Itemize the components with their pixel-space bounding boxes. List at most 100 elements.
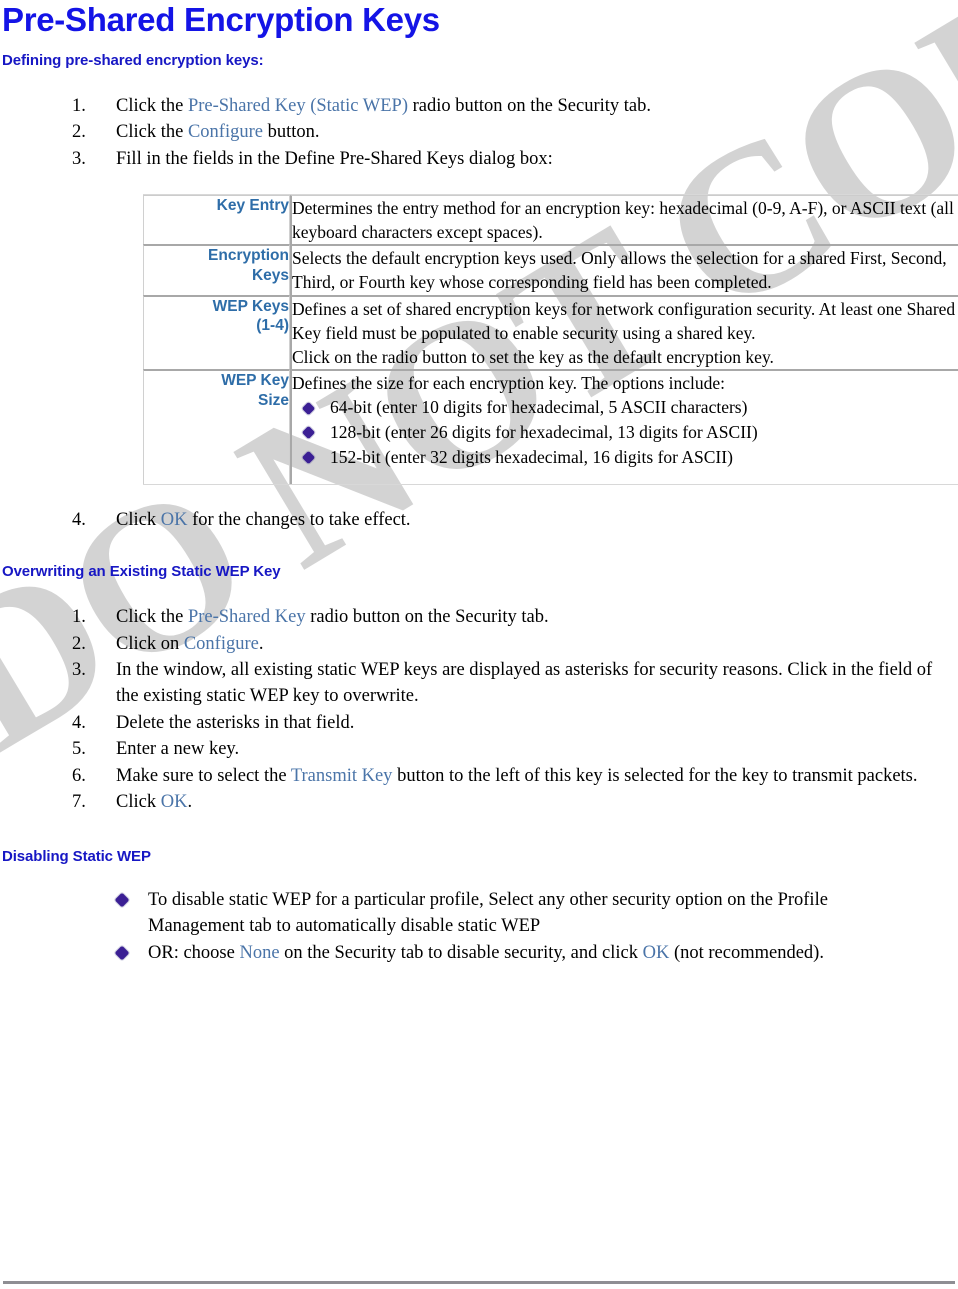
section-heading-disabling: Disabling Static WEP <box>2 847 151 865</box>
diamond-bullet-icon <box>301 401 316 415</box>
table-label-line: (1-4) <box>256 317 289 335</box>
table-label-line: Key Entry <box>216 197 289 214</box>
list-item: 152-bit (enter 32 digits hexadecimal, 16… <box>292 445 958 470</box>
description-paragraph: Defines a set of shared encryption keys … <box>292 298 956 343</box>
diamond-bullet-icon <box>301 426 316 440</box>
inline-text: Click the <box>116 607 188 628</box>
inline-text: (not recommended). <box>669 942 824 963</box>
diamond-bullet-icon <box>114 945 130 961</box>
inline-link[interactable]: Pre-Shared Key (Static WEP) <box>188 96 408 116</box>
inline-text: Delete the asterisks in that field. <box>116 712 355 733</box>
inline-text: To disable static WEP for a particular p… <box>148 889 828 937</box>
inline-link[interactable]: Configure <box>188 122 263 142</box>
list-item: 1. Click the Pre-Shared Key (Static WEP) … <box>0 93 958 119</box>
inline-text: . <box>187 792 193 813</box>
inline-link[interactable]: Configure <box>184 634 259 654</box>
inline-text: Enter a new key. <box>116 739 240 760</box>
list-item: 6. Make sure to select the Transmit Key b… <box>0 763 958 789</box>
list-item: 1. Click the Pre-Shared Key radio button … <box>0 604 958 630</box>
inline-text: on the Security tab to disable security,… <box>279 942 643 963</box>
list-item: 7. Click OK. <box>0 789 958 815</box>
list-item-number: 5. <box>72 739 86 760</box>
table-label-line: Keys <box>251 267 289 285</box>
list-item-text: 64-bit (enter 10 digits for hexadecimal,… <box>330 397 748 418</box>
list-item: 3. Fill in the fields in the Define Pre-S… <box>0 146 958 172</box>
inline-link[interactable]: OK <box>161 792 188 812</box>
list-item-text: Click OK for the changes to take effect. <box>116 510 411 530</box>
list-item: 64-bit (enter 10 digits for hexadecimal,… <box>292 395 958 420</box>
inline-text: . <box>258 633 264 654</box>
inline-link[interactable]: OK <box>161 510 188 530</box>
description-paragraph: Defines the size for each encryption key… <box>292 372 725 393</box>
table-label-line: WEP Key <box>221 371 289 389</box>
bullet-list-disabling: To disable static WEP for a particular p… <box>0 887 958 966</box>
table-label-line: WEP Keys <box>212 297 289 315</box>
list-item-text: 152-bit (enter 32 digits hexadecimal, 16… <box>330 446 733 467</box>
table-row-label: Encryption Keys <box>143 244 290 295</box>
list-item-number: 2. <box>72 633 86 654</box>
inline-text: Click on <box>116 633 184 654</box>
list-item: 4. Delete the asterisks in that field. <box>0 710 958 736</box>
inline-link[interactable]: Pre-Shared Key <box>188 607 306 627</box>
list-item-number: 2. <box>72 122 86 143</box>
table-row: WEP Key Size Defines the size for each enc… <box>143 368 958 484</box>
list-item: 2. Click on Configure. <box>0 631 958 657</box>
table-row-label: WEP Key Size <box>143 368 290 484</box>
inline-text: OR: choose <box>148 942 240 963</box>
page-title: Pre-Shared Encryption Keys <box>2 1 440 38</box>
table-row-description: Defines the size for each encryption key… <box>290 368 958 484</box>
list-item: 5. Enter a new key. <box>0 736 958 762</box>
list-item: OR: choose None on the Security tab to d… <box>0 940 958 966</box>
section-heading-defining: Defining pre-shared encryption keys: <box>2 51 264 69</box>
inline-link[interactable]: OK <box>643 943 670 963</box>
list-item: 3. In the window, all existing static WEP… <box>0 657 958 710</box>
procedure-list-overwriting: 1. Click the Pre-Shared Key radio button … <box>0 604 958 816</box>
document-content: Pre-Shared Encryption Keys Defining pre-… <box>0 0 958 966</box>
list-item-number: 7. <box>72 792 86 813</box>
description-paragraph: Click on the radio button to set the key… <box>292 346 774 367</box>
table-label-line: Size <box>257 391 289 409</box>
list-item-text: To disable static WEP for a particular p… <box>148 890 828 936</box>
diamond-bullet-icon <box>114 892 130 908</box>
inline-text: Click <box>116 509 161 530</box>
list-item-number: 3. <box>72 148 86 169</box>
list-item-number: 4. <box>72 509 86 530</box>
list-item-text: Click the Pre-Shared Key radio button on… <box>116 607 549 627</box>
list-item-number: 6. <box>72 765 86 786</box>
inline-text: radio button on the Security tab. <box>408 95 652 116</box>
footer-rule <box>3 1281 955 1284</box>
inline-text: radio button on the Security tab. <box>305 607 549 628</box>
inline-text: button. <box>262 122 320 143</box>
list-item-text: Make sure to select the Transmit Key but… <box>116 766 918 786</box>
list-item: 128-bit (enter 26 digits for hexadecimal… <box>292 420 958 445</box>
inline-text: button to the left of this key is select… <box>392 765 918 786</box>
list-item: 2. Click the Configure button. <box>0 119 958 145</box>
inline-text: Fill in the fields in the Define Pre-Sha… <box>116 148 553 169</box>
inline-link[interactable]: None <box>239 943 279 963</box>
list-item: 4. Click OK for the changes to take effec… <box>0 507 958 533</box>
table-row: Key Entry Determines the entry method for… <box>143 195 958 245</box>
inline-text: Click <box>116 792 161 813</box>
table-row-description: Defines a set of shared encryption keys … <box>290 294 958 369</box>
list-item: To disable static WEP for a particular p… <box>0 887 958 940</box>
list-item-number: 4. <box>72 712 86 733</box>
section-heading-overwriting: Overwriting an Existing Static WEP Key <box>2 563 281 581</box>
diamond-bullet-icon <box>301 451 316 465</box>
description-paragraph: Selects the default encryption keys used… <box>292 248 947 293</box>
list-item-text: Click the Pre-Shared Key (Static WEP) ra… <box>116 96 651 116</box>
table-row-description: Determines the entry method for an encry… <box>290 195 958 245</box>
list-item-text: Delete the asterisks in that field. <box>116 713 354 733</box>
inline-text: Click the <box>116 122 188 143</box>
inline-link[interactable]: Transmit Key <box>291 766 393 786</box>
list-item-text: Click on Configure. <box>116 634 263 654</box>
list-item-text: Click the Configure button. <box>116 122 319 142</box>
list-item-text: Enter a new key. <box>116 739 239 759</box>
definition-table: Key Entry Determines the entry method for… <box>143 194 958 485</box>
inline-text: In the window, all existing static WEP k… <box>116 660 933 707</box>
description-paragraph: Determines the entry method for an encry… <box>292 198 954 243</box>
procedure-list-defining: 1. Click the Pre-Shared Key (Static WEP) … <box>0 93 958 172</box>
table-row-label: Key Entry <box>143 195 290 245</box>
list-item-text: OR: choose None on the Security tab to d… <box>148 943 824 963</box>
list-item-number: 3. <box>72 660 86 681</box>
list-item-text: 128-bit (enter 26 digits for hexadecimal… <box>330 421 758 442</box>
